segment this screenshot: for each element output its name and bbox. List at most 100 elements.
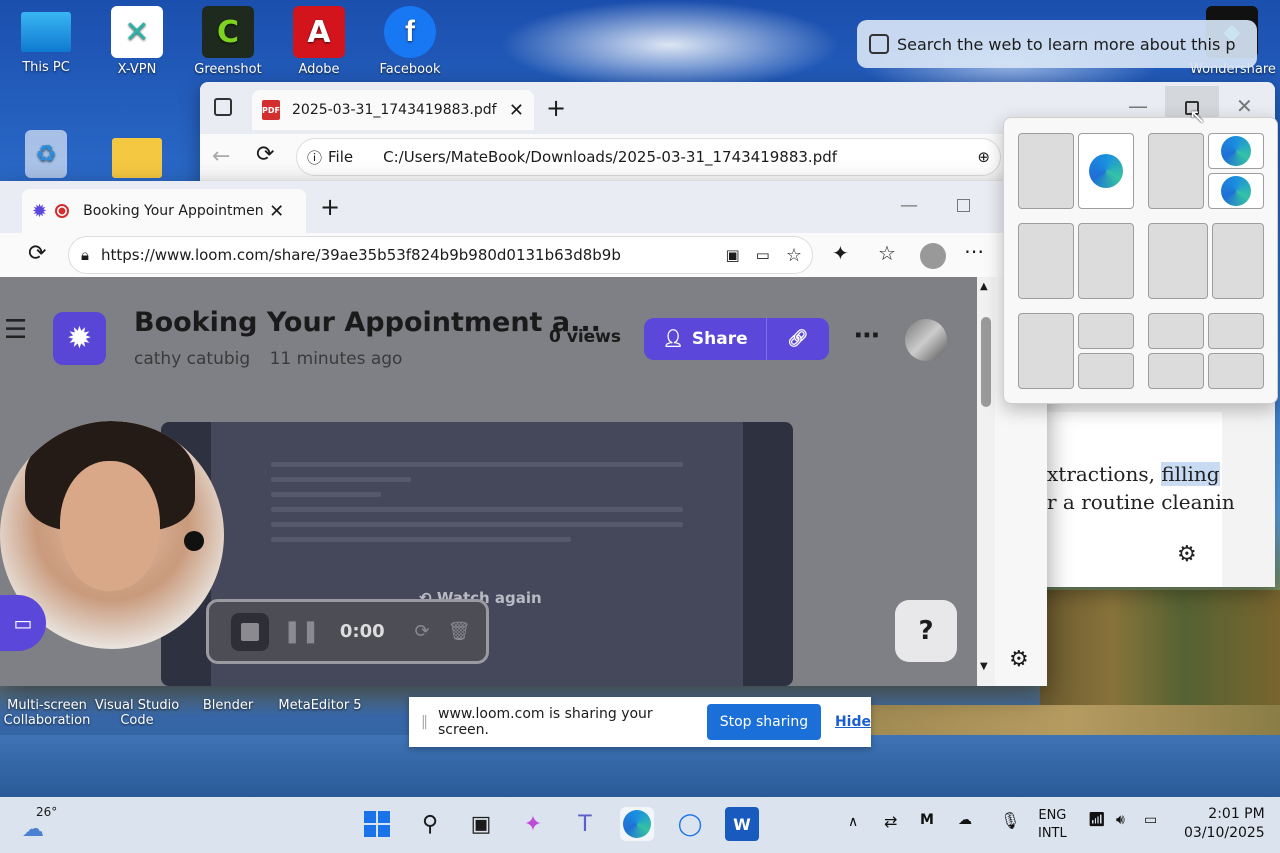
snap-zone[interactable] <box>1208 353 1264 389</box>
video-icon[interactable]: ▭ <box>756 246 770 264</box>
desktop-icon-multi-screen[interactable]: Multi-screen Collaboration <box>2 698 92 728</box>
hide-button[interactable]: Hide <box>835 714 871 730</box>
zoom-icon[interactable]: ⊕ <box>977 148 990 166</box>
scrollbar[interactable]: ▲ ▼ <box>977 277 995 686</box>
scroll-up-icon[interactable]: ▲ <box>980 281 988 292</box>
snap-zone-active[interactable] <box>1208 173 1264 209</box>
maximize-icon[interactable] <box>957 199 970 212</box>
desktop-icon-this-pc[interactable]: This PC <box>6 6 86 75</box>
minimize-icon[interactable]: — <box>1128 94 1148 118</box>
settings-icon[interactable]: ⚙ <box>1009 647 1029 672</box>
recording-controls: ❚❚ 0:00 ⟳ 🗑︎ <box>206 599 489 664</box>
favorite-icon[interactable]: ☆ <box>786 245 802 266</box>
favorites-icon[interactable]: ☆ <box>878 241 896 265</box>
tab-actions-icon[interactable] <box>214 98 232 116</box>
show-hidden-icons[interactable]: ∧ <box>848 814 858 830</box>
more-icon[interactable]: ⋯ <box>964 239 984 263</box>
tab-bar: ✹ Booking Your Appointment a ✕ + — <box>0 181 1047 233</box>
desktop-icon-greenshot[interactable]: C Greenshot <box>188 6 268 77</box>
stop-recording-button[interactable] <box>231 612 269 651</box>
desktop-icon-x-vpn[interactable]: ✕ X-VPN <box>97 6 177 77</box>
snap-zone[interactable] <box>1148 223 1208 299</box>
snap-zone[interactable] <box>1078 313 1134 349</box>
language-indicator[interactable]: ENG INTL <box>1038 807 1067 843</box>
trash-icon[interactable]: 🗑︎ <box>448 621 471 642</box>
tray-cloud-icon[interactable]: ☁ <box>958 812 972 828</box>
taskbar: 26° ☁ ⚲ ▣ ✦ T ◯ W ∧ ⇄ M ☁ 🎙︎ ENG INTL 📶︎… <box>0 797 1280 853</box>
tray-metatrader-icon[interactable]: M <box>920 812 934 828</box>
scroll-down-icon[interactable]: ▼ <box>980 661 988 672</box>
drag-handle-icon[interactable]: ‖ <box>421 714 428 730</box>
snap-zone[interactable] <box>1208 313 1264 349</box>
volume-icon[interactable]: 🔊︎ <box>1116 812 1125 828</box>
copy-link-button[interactable]: 🔗︎ <box>767 318 829 360</box>
close-tab-icon[interactable]: ✕ <box>269 201 284 222</box>
desktop-icon-recycle-bin[interactable]: ♻ <box>6 130 86 182</box>
more-options-icon[interactable]: ⋯ <box>854 321 880 351</box>
edge-taskbar-icon[interactable] <box>620 807 654 841</box>
snap-zone-active[interactable] <box>1208 133 1264 169</box>
battery-icon[interactable]: ▭ <box>1144 812 1157 828</box>
restart-icon[interactable]: ⟳ <box>415 621 430 642</box>
share-button[interactable]: 👤︎ Share <box>644 318 767 360</box>
copilot-icon[interactable]: ✦ <box>516 807 550 841</box>
pdf-text-line: r a routine cleanin <box>1047 490 1235 514</box>
desktop-icon-label: Visual Studio Code <box>94 698 180 728</box>
desktop-icon-facebook[interactable]: f Facebook <box>370 6 450 77</box>
close-tab-icon[interactable]: ✕ <box>509 100 524 121</box>
web-search-suggestion[interactable]: Search the web to learn more about this … <box>857 20 1257 68</box>
close-window-icon[interactable]: ✕ <box>1236 94 1253 118</box>
weather-widget[interactable]: 26° ☁ <box>22 805 58 842</box>
minimize-icon[interactable]: — <box>900 195 918 216</box>
snap-zone[interactable] <box>1018 313 1074 389</box>
microphone-icon[interactable]: 🎙︎ <box>1000 811 1020 830</box>
desktop-icon-vscode[interactable]: Visual Studio Code <box>92 698 182 728</box>
new-tab-icon[interactable]: + <box>546 94 566 122</box>
tray-app-icon[interactable]: ⇄ <box>884 812 897 831</box>
desktop-icon-folder[interactable] <box>97 130 177 182</box>
refresh-icon[interactable]: ⟳ <box>256 142 274 167</box>
avatar[interactable] <box>905 319 947 361</box>
menu-icon[interactable]: ☰ <box>4 315 27 345</box>
back-icon[interactable]: ← <box>212 144 230 169</box>
snap-zone[interactable] <box>1078 353 1134 389</box>
start-icon[interactable] <box>360 807 394 841</box>
tab-pdf[interactable]: PDF 2025-03-31_1743419883.pdf ✕ <box>252 90 534 130</box>
desktop-icon-metaeditor[interactable]: MetaEditor 5 <box>272 698 368 713</box>
camera-off-icon[interactable]: ▣ <box>725 246 739 264</box>
help-button[interactable]: ? <box>895 600 957 662</box>
desktop-icon-blender[interactable]: Blender <box>188 698 268 713</box>
tab-loom[interactable]: ✹ Booking Your Appointment a ✕ <box>22 189 306 233</box>
snap-zone[interactable] <box>1212 223 1264 299</box>
snap-zone[interactable] <box>1078 223 1134 299</box>
desktop-icon-adobe[interactable]: A Adobe <box>279 6 359 77</box>
loom-logo-icon[interactable]: ✹ <box>53 312 106 365</box>
new-tab-icon[interactable]: + <box>320 193 340 221</box>
extensions-icon[interactable]: ✦ <box>832 241 849 265</box>
scroll-thumb[interactable] <box>981 317 991 407</box>
snap-zone[interactable] <box>1148 133 1204 209</box>
snap-zone-active[interactable] <box>1078 133 1134 209</box>
address-bar[interactable]: 🔒︎ https://www.loom.com/share/39ae35b53f… <box>68 236 813 274</box>
snap-zone[interactable] <box>1018 133 1074 209</box>
word-icon[interactable]: W <box>725 807 759 841</box>
chat-icon[interactable]: ◯ <box>673 807 707 841</box>
loom-browser-window: ✹ Booking Your Appointment a ✕ + — ⟳ 🔒︎ … <box>0 181 1047 686</box>
sharing-message: www.loom.com is sharing your screen. <box>438 706 653 738</box>
folder-icon <box>112 138 162 178</box>
snap-zone[interactable] <box>1148 313 1204 349</box>
address-bar[interactable]: ⓘ File C:/Users/MateBook/Downloads/2025-… <box>296 138 1001 176</box>
wifi-icon[interactable]: 📶︎ <box>1088 812 1106 828</box>
profile-icon[interactable] <box>920 243 946 269</box>
snap-zone[interactable] <box>1148 353 1204 389</box>
pause-icon[interactable]: ❚❚ <box>283 619 320 644</box>
author-name[interactable]: cathy catubig <box>134 349 250 369</box>
task-view-icon[interactable]: ▣ <box>464 807 498 841</box>
search-icon[interactable]: ⚲ <box>413 807 447 841</box>
snap-zone[interactable] <box>1018 223 1074 299</box>
clock[interactable]: 2:01 PM 03/10/2025 <box>1184 805 1265 843</box>
stop-sharing-button[interactable]: Stop sharing <box>706 704 821 740</box>
teams-icon[interactable]: T <box>568 807 602 841</box>
refresh-icon[interactable]: ⟳ <box>28 241 46 266</box>
settings-icon[interactable]: ⚙ <box>1177 542 1197 567</box>
